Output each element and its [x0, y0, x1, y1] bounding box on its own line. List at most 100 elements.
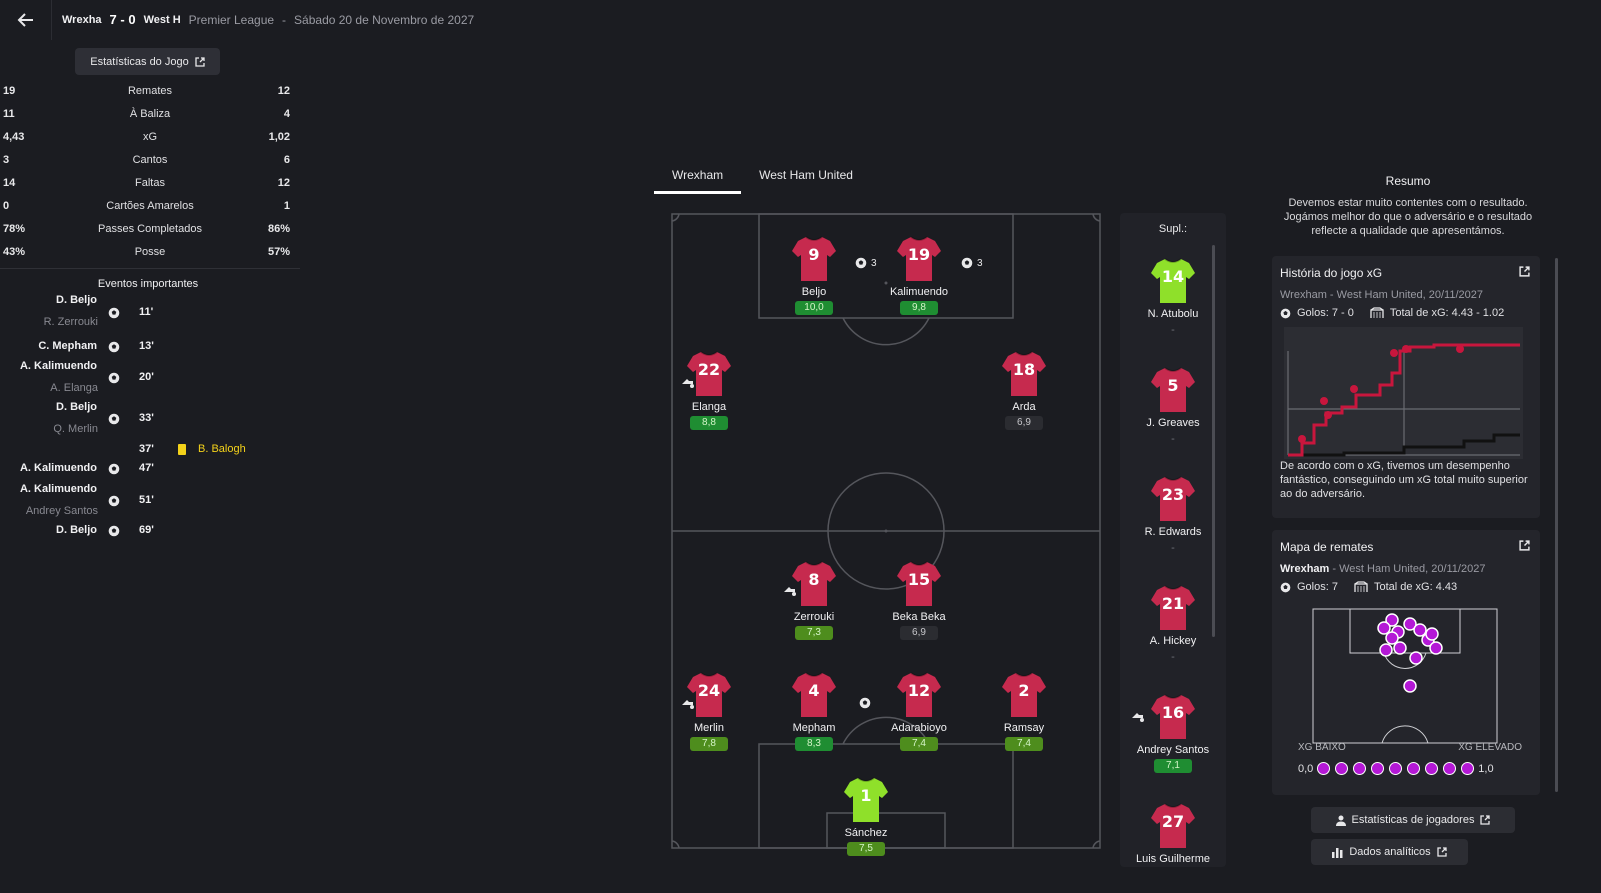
player-marker[interactable]: 24 Merlin 7,8	[664, 671, 754, 751]
shot-map-meta: Golos: 7 Total de xG: 4.43	[1280, 581, 1457, 593]
away-team-name[interactable]: West H	[144, 14, 181, 26]
back-button[interactable]	[0, 0, 52, 40]
legend-low-label: XG BAIXO	[1298, 742, 1346, 753]
substitute-item[interactable]: 14 N. Atubolu -	[1128, 257, 1218, 336]
divider	[0, 268, 300, 269]
player-marker[interactable]: 18 Arda 6,9	[979, 350, 1069, 430]
event-assist[interactable]: A. Elanga	[0, 382, 98, 394]
stat-away-value: 1	[283, 200, 290, 212]
event-scorer[interactable]: A. Kalimuendo	[0, 462, 97, 474]
expand-icon[interactable]	[1519, 540, 1530, 551]
xg-story-card[interactable]: História do jogo xG Wrexham - West Ham U…	[1272, 256, 1540, 518]
tab-west-ham-united[interactable]: West Ham United	[741, 160, 871, 194]
player-stats-button[interactable]: Estatísticas de jogadores	[1311, 807, 1515, 833]
substitutes-scrollbar[interactable]	[1212, 245, 1215, 637]
stat-row: 78% Passes Completados 86%	[0, 218, 300, 240]
football-icon	[1280, 308, 1291, 318]
substitute-item[interactable]: 21 A. Hickey -	[1128, 584, 1218, 663]
goal-icon	[108, 495, 120, 510]
xg-story-goals: Golos: 7 - 0	[1297, 307, 1354, 319]
substitute-name: Andrey Santos	[1136, 744, 1210, 756]
stat-label: Remates	[127, 85, 173, 97]
player-marker[interactable]: 22 Elanga 8,8	[664, 350, 754, 430]
football-icon	[108, 413, 120, 425]
event-scorer[interactable]: A. Kalimuendo	[0, 483, 97, 495]
team-tabs: Wrexham West Ham United	[654, 160, 871, 194]
player-name: Adarabioyo	[891, 722, 947, 734]
stat-label: Passes Completados	[98, 223, 202, 235]
match-stats-button[interactable]: Estatísticas do Jogo	[75, 48, 220, 75]
event-minute: 11'	[139, 306, 154, 318]
analytics-button[interactable]: Dados analíticos	[1311, 839, 1468, 865]
legend-dot	[1335, 762, 1349, 775]
substitute-rating: 7,1	[1154, 759, 1192, 773]
match-header: Wrexha 7 - 0 West H Premier League - Sáb…	[62, 12, 474, 27]
event-scorer[interactable]: A. Kalimuendo	[0, 360, 97, 372]
assist-boot-icon	[1132, 713, 1144, 722]
player-marker[interactable]: 8 Zerrouki 7,3	[769, 560, 859, 640]
legend-dot	[1371, 762, 1385, 775]
event-scorer[interactable]: C. Mepham	[0, 340, 97, 352]
shot-marker	[1379, 643, 1393, 657]
legend-dot	[1317, 762, 1331, 775]
stat-home-value: 14	[3, 177, 16, 189]
event-assist[interactable]: R. Zerrouki	[0, 316, 98, 328]
football-icon	[108, 525, 120, 537]
player-name: Ramsay	[1003, 722, 1045, 734]
shot-map-card[interactable]: Mapa de remates Wrexham - West Ham Unite…	[1272, 530, 1540, 795]
substitute-item[interactable]: 27 Luis Guilherme	[1128, 802, 1218, 865]
player-stats-label: Estatísticas de jogadores	[1351, 814, 1475, 826]
event-scorer[interactable]: D. Beljo	[0, 294, 97, 306]
player-marker[interactable]: 19 Kalimuendo 9,8	[874, 235, 964, 315]
legend-dot	[1425, 762, 1439, 775]
shirt-icon: 4	[792, 671, 836, 719]
competition-name[interactable]: Premier League	[189, 13, 274, 27]
legend-dot	[1461, 762, 1475, 775]
substitute-item[interactable]: 23 R. Edwards -	[1128, 475, 1218, 554]
player-marker[interactable]: 9 Beljo 10,0	[769, 235, 859, 315]
player-name: Zerrouki	[793, 611, 835, 623]
match-stats-button-label: Estatísticas do Jogo	[90, 55, 189, 68]
football-icon	[108, 463, 120, 475]
stat-row: 43% Posse 57%	[0, 241, 300, 263]
shirt-icon: 23	[1151, 475, 1195, 523]
stat-away-value: 57%	[267, 246, 290, 258]
shirt-icon: 14	[1151, 257, 1195, 305]
shirt-number: 12	[907, 681, 931, 700]
football-icon	[108, 307, 120, 319]
right-panel-scrollbar[interactable]	[1555, 258, 1558, 792]
stat-away-value: 6	[283, 154, 290, 166]
substitute-item[interactable]: 16 Andrey Santos 7,1	[1128, 693, 1218, 773]
event-scorer[interactable]: D. Beljo	[0, 401, 97, 413]
player-marker[interactable]: 1 Sánchez 7,5	[821, 776, 911, 856]
xg-story-total: Total de xG: 4.43 - 1.02	[1389, 307, 1505, 319]
tab-wrexham[interactable]: Wrexham	[654, 160, 742, 194]
home-team-name[interactable]: Wrexha	[62, 14, 102, 26]
player-marker[interactable]: 4 Mepham 8,3	[769, 671, 859, 751]
player-marker[interactable]: 2 Ramsay 7,4	[979, 671, 1069, 751]
shot-map-goals: Golos: 7	[1297, 581, 1338, 593]
expand-icon[interactable]	[1519, 266, 1530, 277]
substitute-item[interactable]: 5 J. Greaves -	[1128, 366, 1218, 445]
event-assist[interactable]: Andrey Santos	[0, 505, 98, 517]
player-rating: 8,8	[690, 416, 728, 430]
stat-home-value: 19	[3, 85, 16, 97]
shirt-number: 21	[1161, 594, 1185, 613]
xg-story-title: História do jogo xG	[1280, 266, 1383, 280]
assist-icon	[783, 584, 797, 596]
player-name: Merlin	[694, 722, 724, 734]
card-player[interactable]: B. Balogh	[198, 443, 246, 455]
shirt-number: 18	[1012, 360, 1036, 379]
stat-row: 0 Cartões Amarelos 1	[0, 195, 300, 217]
event-scorer[interactable]: D. Beljo	[0, 524, 97, 536]
header-separator: -	[282, 12, 287, 27]
player-marker[interactable]: 15 Beka Beka 6,9	[874, 560, 964, 640]
shirt-icon: 1	[844, 776, 888, 824]
shirt-icon: 22	[687, 350, 731, 398]
event-assist[interactable]: Q. Merlin	[0, 423, 98, 435]
legend-scale-max: 1,0	[1478, 762, 1494, 775]
event-minute: 69'	[139, 524, 154, 536]
substitutes-title: Supl.:	[1158, 223, 1188, 235]
player-name: Elanga	[691, 401, 727, 413]
player-marker[interactable]: 12 Adarabioyo 7,4	[874, 671, 964, 751]
